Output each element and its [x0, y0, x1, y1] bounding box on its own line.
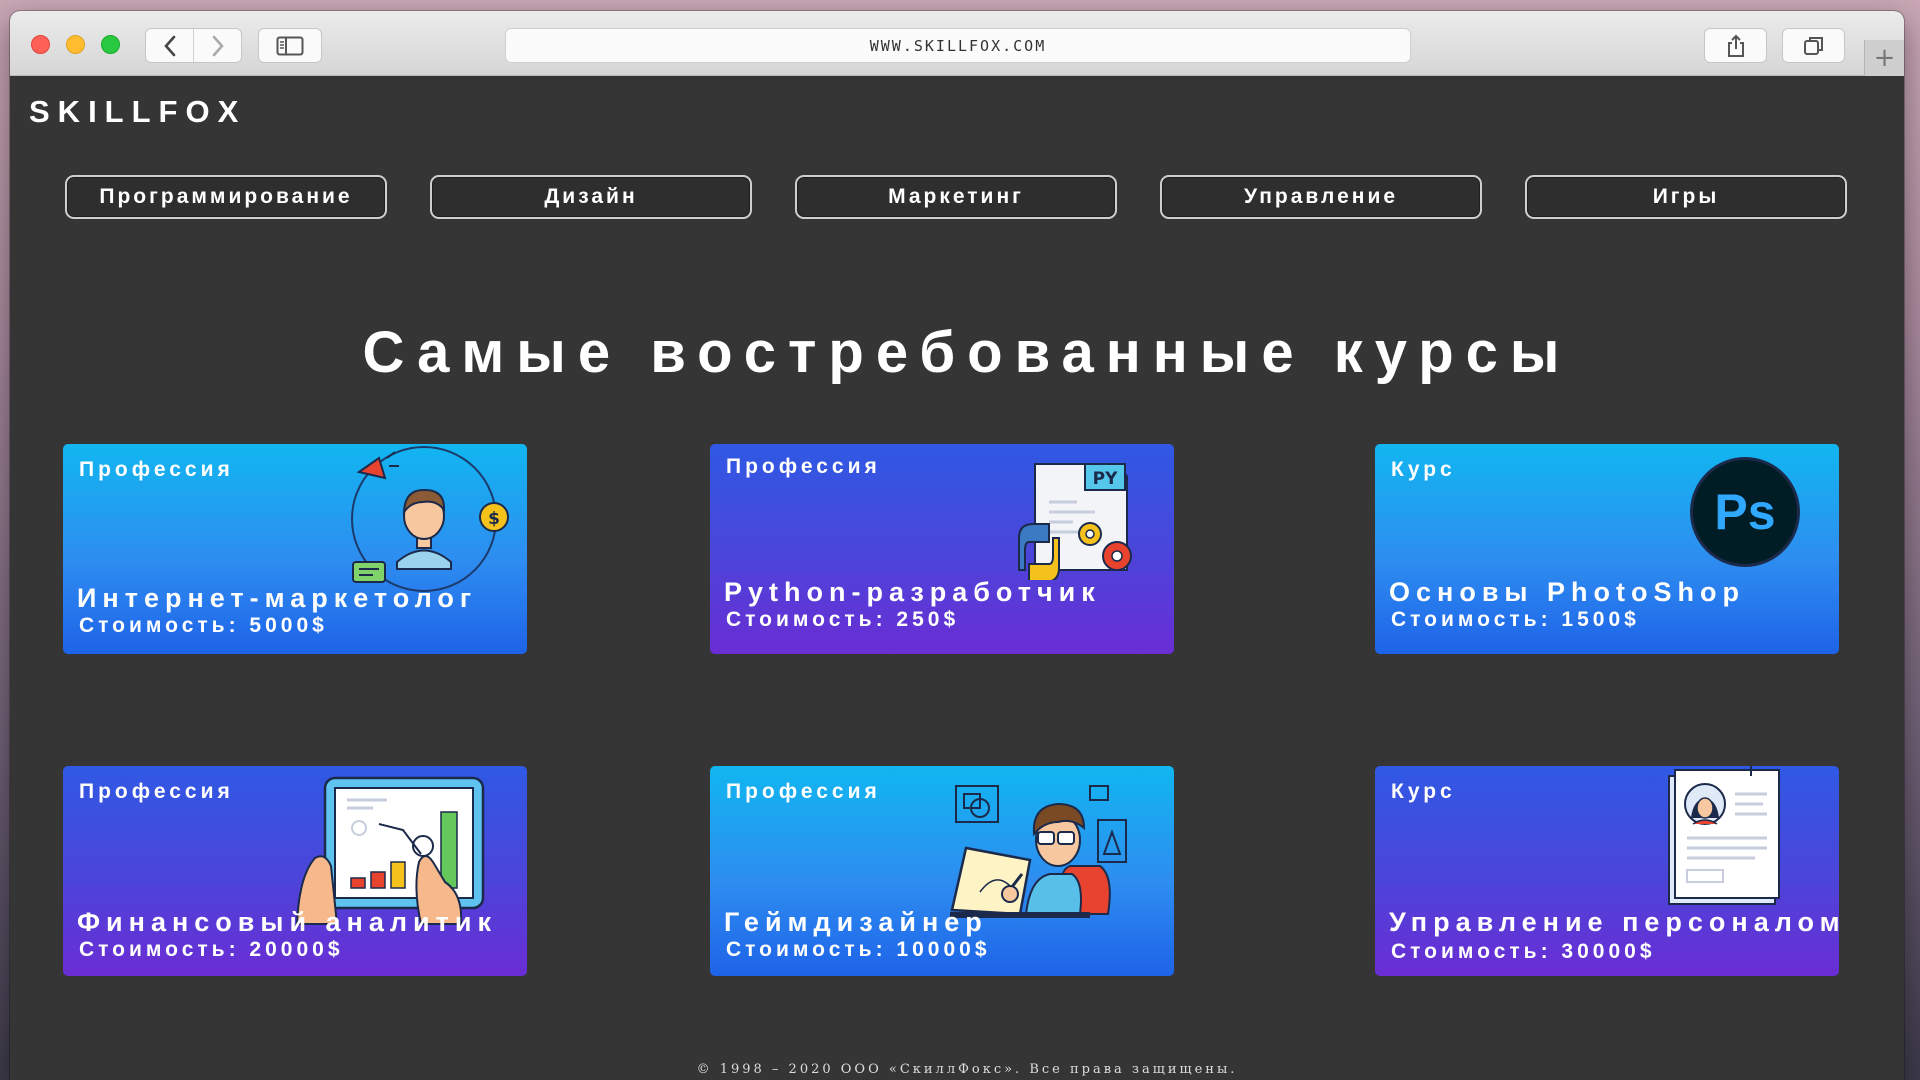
designer-illustration-icon — [950, 785, 1127, 918]
page-content: SKILLFOX Программирование Дизайн Маркети… — [10, 77, 1904, 1080]
section-heading: Самые востребованные курсы — [362, 320, 1572, 385]
history-navigation — [145, 28, 242, 63]
footer-copyright: © 1998 – 2020 ООО «СкиллФокс». Все права… — [696, 1062, 1238, 1077]
sidebar-toggle-button[interactable] — [258, 28, 322, 63]
card-title: Интернет-маркетолог — [77, 583, 478, 613]
tablet-chart-illustration-icon — [295, 776, 485, 925]
chevron-left-icon — [163, 35, 175, 56]
category-design-button[interactable]: Дизайн — [430, 175, 752, 219]
site-logo[interactable]: SKILLFOX — [29, 94, 246, 130]
card-kind-label: Профессия — [726, 780, 881, 803]
card-price: Стоимость: 20000$ — [79, 938, 344, 961]
close-window-button[interactable] — [31, 35, 50, 54]
minimize-window-button[interactable] — [66, 35, 85, 54]
category-games-button[interactable]: Игры — [1525, 175, 1847, 219]
new-tab-button[interactable]: + — [1864, 40, 1904, 76]
course-card-photoshop-basics[interactable]: Курс Ps Основы PhotoShop Стоимость: 1500… — [1375, 444, 1839, 654]
card-title: Финансовый аналитик — [77, 907, 497, 937]
category-management-button[interactable]: Управление — [1160, 175, 1482, 219]
course-card-game-designer[interactable]: Профессия Геймдизайнер Стоимость: 10000$ — [710, 766, 1174, 976]
marketer-illustration-icon: $ — [351, 446, 509, 592]
card-title: Геймдизайнер — [724, 907, 988, 937]
course-card-hr-management[interactable]: Курс Управление персоналом Стоимость: 30… — [1375, 766, 1839, 976]
card-kind-label: Курс — [1391, 458, 1456, 481]
course-card-financial-analyst[interactable]: Профессия Финансовый аналитик Стоимость:… — [63, 766, 527, 976]
python-document-illustration-icon: PY — [1018, 463, 1132, 580]
share-button[interactable] — [1704, 28, 1767, 63]
course-card-internet-marketer[interactable]: Профессия $ Интернет-маркетолог Стоимост… — [63, 444, 527, 654]
resume-illustration-icon — [1668, 766, 1780, 905]
browser-toolbar: WWW.SKILLFOX.COM + — [10, 11, 1904, 76]
photoshop-logo-icon: Ps — [1690, 457, 1800, 567]
maximize-window-button[interactable] — [101, 35, 120, 54]
tabs-icon — [1803, 36, 1823, 55]
photoshop-logo-text: Ps — [1714, 484, 1776, 540]
card-kind-label: Профессия — [726, 455, 881, 478]
card-title: Основы PhotoShop — [1389, 577, 1745, 607]
card-title: Python-разработчик — [724, 577, 1101, 607]
card-price: Стоимость: 1500$ — [1391, 608, 1640, 631]
card-price: Стоимость: 10000$ — [726, 938, 991, 961]
tabs-overview-button[interactable] — [1782, 28, 1845, 63]
svg-text:PY: PY — [1093, 469, 1118, 489]
card-kind-label: Профессия — [79, 780, 234, 803]
back-button[interactable] — [146, 29, 193, 62]
share-icon — [1727, 34, 1744, 57]
category-marketing-button[interactable]: Маркетинг — [795, 175, 1117, 219]
card-kind-label: Профессия — [79, 458, 234, 481]
card-title: Управление персоналом — [1389, 907, 1839, 937]
category-programming-button[interactable]: Программирование — [65, 175, 387, 219]
card-price: Стоимость: 30000$ — [1391, 940, 1656, 963]
card-price: Стоимость: 250$ — [726, 608, 960, 631]
forward-button[interactable] — [193, 29, 241, 62]
card-price: Стоимость: 5000$ — [79, 614, 328, 637]
chevron-right-icon — [212, 35, 224, 56]
sidebar-icon — [276, 36, 304, 55]
card-kind-label: Курс — [1391, 780, 1456, 803]
address-bar[interactable]: WWW.SKILLFOX.COM — [505, 28, 1411, 63]
svg-text:$: $ — [488, 509, 500, 529]
course-card-python-developer[interactable]: Профессия PY Python-разработчик Стоимост… — [710, 444, 1174, 654]
browser-window: WWW.SKILLFOX.COM + SKILLFOX Программиров… — [10, 11, 1904, 1080]
